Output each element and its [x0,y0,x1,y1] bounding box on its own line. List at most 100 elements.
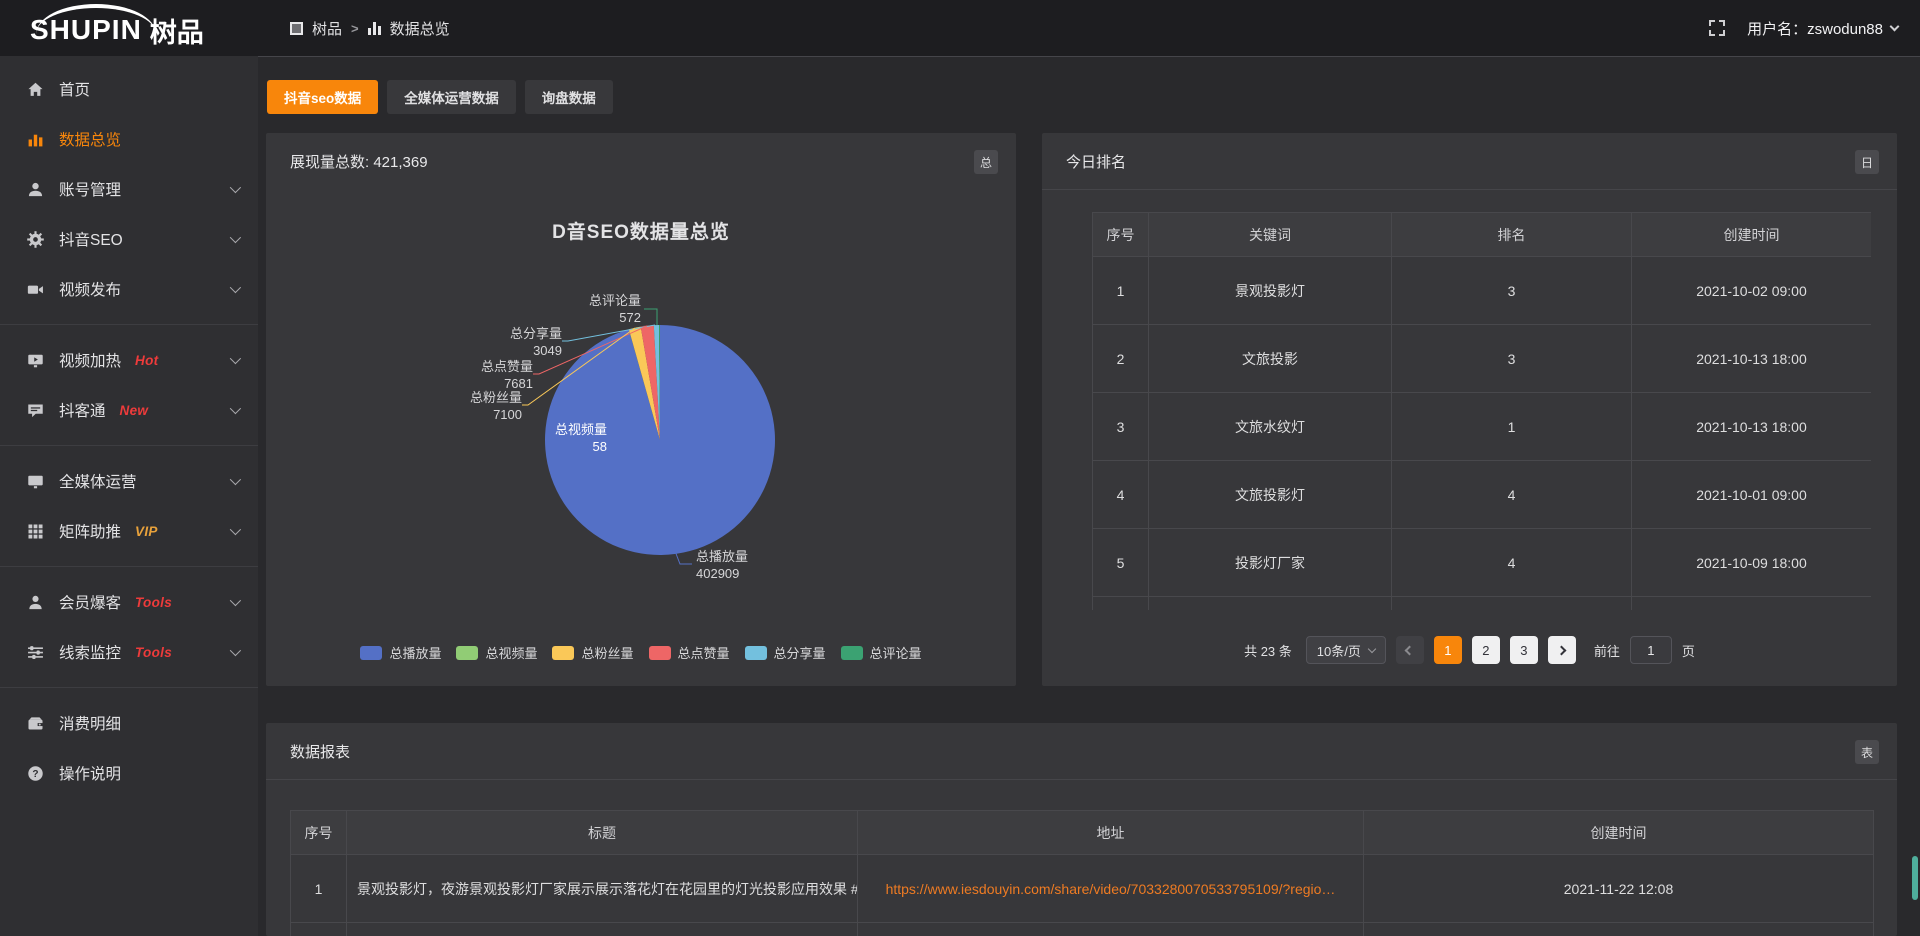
wallet-icon [27,715,44,732]
app-logo[interactable]: SHUPIN 树品 [30,8,204,52]
sidebar-divider [0,324,258,325]
pie-slice-总评论量[interactable] [659,325,660,440]
sidebar-item-video-heat[interactable]: 视频加热 Hot [0,335,258,385]
table-row-clipped [291,923,1874,936]
pie-slice-总分享量[interactable] [654,325,660,440]
sidebar-item-home[interactable]: 首页 [0,64,258,114]
chevron-down-icon [230,353,241,364]
ranking-panel: 今日排名 日 序号 关键词 排名 创建时间 1 景观投影灯 3 2021-10-… [1042,133,1897,686]
sidebar-item-media-operation[interactable]: 全媒体运营 [0,456,258,506]
pie-slice-总点赞量[interactable] [641,325,660,440]
sidebar-item-video-publish[interactable]: 视频发布 [0,264,258,314]
pie-label-likes: 总点赞量7681 [481,358,533,392]
chevron-right-icon [1557,645,1567,655]
help-icon: ? [27,765,44,782]
overview-panel: 展现量总数: 421,369 总 D音SEO数据量总览 总评论量572 总分享量… [266,133,1016,686]
sidebar-divider [0,445,258,446]
table-row: 1 景观投影灯，夜游景观投影灯厂家展示展示落花灯在花园里的灯光投影应用效果 # … [291,855,1874,923]
leader-line-plays [675,551,692,564]
pie-label-comments: 总评论量572 [589,292,641,326]
chat-icon [27,402,44,419]
report-panel-title: 数据报表 [290,741,350,762]
chevron-down-icon [1890,21,1900,31]
legend-item-plays[interactable]: 总播放量 [360,643,441,662]
home-icon [27,81,44,98]
vertical-scrollbar-thumb[interactable] [1912,856,1918,900]
user-menu[interactable]: 用户名：zswodun88 [1747,18,1898,39]
tab-douyin-seo-data[interactable]: 抖音seo数据 [267,80,378,114]
legend-item-shares[interactable]: 总分享量 [745,643,826,662]
breadcrumb-separator: > [351,21,359,36]
pie-label-shares: 总分享量3049 [510,325,562,359]
pie-label-videos: 总视频量58 [555,421,607,455]
page-button-2[interactable]: 2 [1472,636,1500,664]
tab-media-operation-data[interactable]: 全媒体运营数据 [387,80,516,114]
table-header-row: 序号 标题 地址 创建时间 [291,811,1874,855]
chevron-down-icon [230,645,241,656]
report-panel: 数据报表 表 序号 标题 地址 创建时间 1 景观投影灯，夜游景观投影灯厂家展示… [266,723,1897,936]
chevron-left-icon [1405,645,1415,655]
pagination: 共 23 条 10条/页 1 2 3 前往 页 [1042,636,1897,664]
table-row: 5 投影灯厂家 4 2021-10-09 18:00 [1093,529,1872,597]
legend-item-videos[interactable]: 总视频量 [456,643,537,662]
impressions-total-label: 展现量总数: 421,369 [290,151,428,172]
sidebar-item-douyin-seo[interactable]: 抖音SEO [0,214,258,264]
monitor-play-icon [27,352,44,369]
table-row-clipped [1093,597,1872,611]
breadcrumb-root[interactable]: 树品 [312,18,342,39]
chevron-down-icon [1368,644,1376,652]
table-corner-button[interactable]: 表 [1855,740,1879,764]
sidebar-item-data-overview[interactable]: 数据总览 [0,114,258,164]
ranking-panel-title: 今日排名 [1066,151,1126,172]
leader-line-comments [644,309,657,325]
table-row: 4 文旅投影灯 4 2021-10-01 09:00 [1093,461,1872,529]
pie-label-fans: 总粉丝量7100 [470,389,522,423]
chevron-down-icon [230,595,241,606]
chevron-down-icon [230,403,241,414]
data-tabs: 抖音seo数据 全媒体运营数据 询盘数据 [267,80,613,114]
fullscreen-icon[interactable] [1709,20,1725,36]
page-button-1[interactable]: 1 [1434,636,1462,664]
next-page-button[interactable] [1548,636,1576,664]
member-icon [27,594,44,611]
legend-item-likes[interactable]: 总点赞量 [649,643,730,662]
breadcrumb-current[interactable]: 数据总览 [390,18,450,39]
sidebar-item-doukegtong[interactable]: 抖客通 New [0,385,258,435]
pie-chart [266,133,1016,686]
vip-badge: VIP [135,524,158,539]
legend-item-comments[interactable]: 总评论量 [841,643,922,662]
grid-icon [27,523,44,540]
new-badge: New [120,403,149,418]
user-icon [27,181,44,198]
goto-suffix: 页 [1682,641,1695,660]
svg-text:?: ? [32,769,38,780]
prev-page-button[interactable] [1396,636,1424,664]
total-corner-button[interactable]: 总 [974,150,998,174]
bar-chart-icon [27,131,44,148]
sidebar-item-matrix-boost[interactable]: 矩阵助推 VIP [0,506,258,556]
tab-inquiry-data[interactable]: 询盘数据 [525,80,613,114]
sidebar: 首页 数据总览 账号管理 抖音SEO 视频发布 视频加热 Hot 抖客通 New… [0,56,258,936]
ranking-table-wrap: 序号 关键词 排名 创建时间 1 景观投影灯 3 2021-10-02 09:0… [1092,212,1871,610]
day-corner-button[interactable]: 日 [1855,150,1879,174]
pagination-total: 共 23 条 [1244,641,1292,660]
ranking-table: 序号 关键词 排名 创建时间 1 景观投影灯 3 2021-10-02 09:0… [1092,212,1871,610]
page-button-3[interactable]: 3 [1510,636,1538,664]
app-square-icon [290,22,303,35]
sidebar-item-lead-monitor[interactable]: 线索监控 Tools [0,627,258,677]
legend-item-fans[interactable]: 总粉丝量 [552,643,633,662]
sidebar-item-member-burst[interactable]: 会员爆客 Tools [0,577,258,627]
pie-slice-总视频量[interactable] [629,329,660,440]
table-header-row: 序号 关键词 排名 创建时间 [1093,213,1872,257]
sidebar-item-instructions[interactable]: ? 操作说明 [0,748,258,798]
sidebar-item-consumption[interactable]: 消费明细 [0,698,258,748]
pie-slice-总粉丝量[interactable] [629,327,660,440]
report-url-link[interactable]: https://www.iesdouyin.com/share/video/70… [858,855,1364,923]
goto-page-input[interactable] [1630,636,1672,664]
logo-text-cn: 树品 [150,11,204,50]
report-table-wrap: 序号 标题 地址 创建时间 1 景观投影灯，夜游景观投影灯厂家展示展示落花灯在花… [290,810,1873,936]
table-row: 1 景观投影灯 3 2021-10-02 09:00 [1093,257,1872,325]
page-size-select[interactable]: 10条/页 [1306,636,1386,664]
report-title-cell: 景观投影灯，夜游景观投影灯厂家展示展示落花灯在花园里的灯光投影应用效果 # [347,855,858,923]
sidebar-item-account[interactable]: 账号管理 [0,164,258,214]
